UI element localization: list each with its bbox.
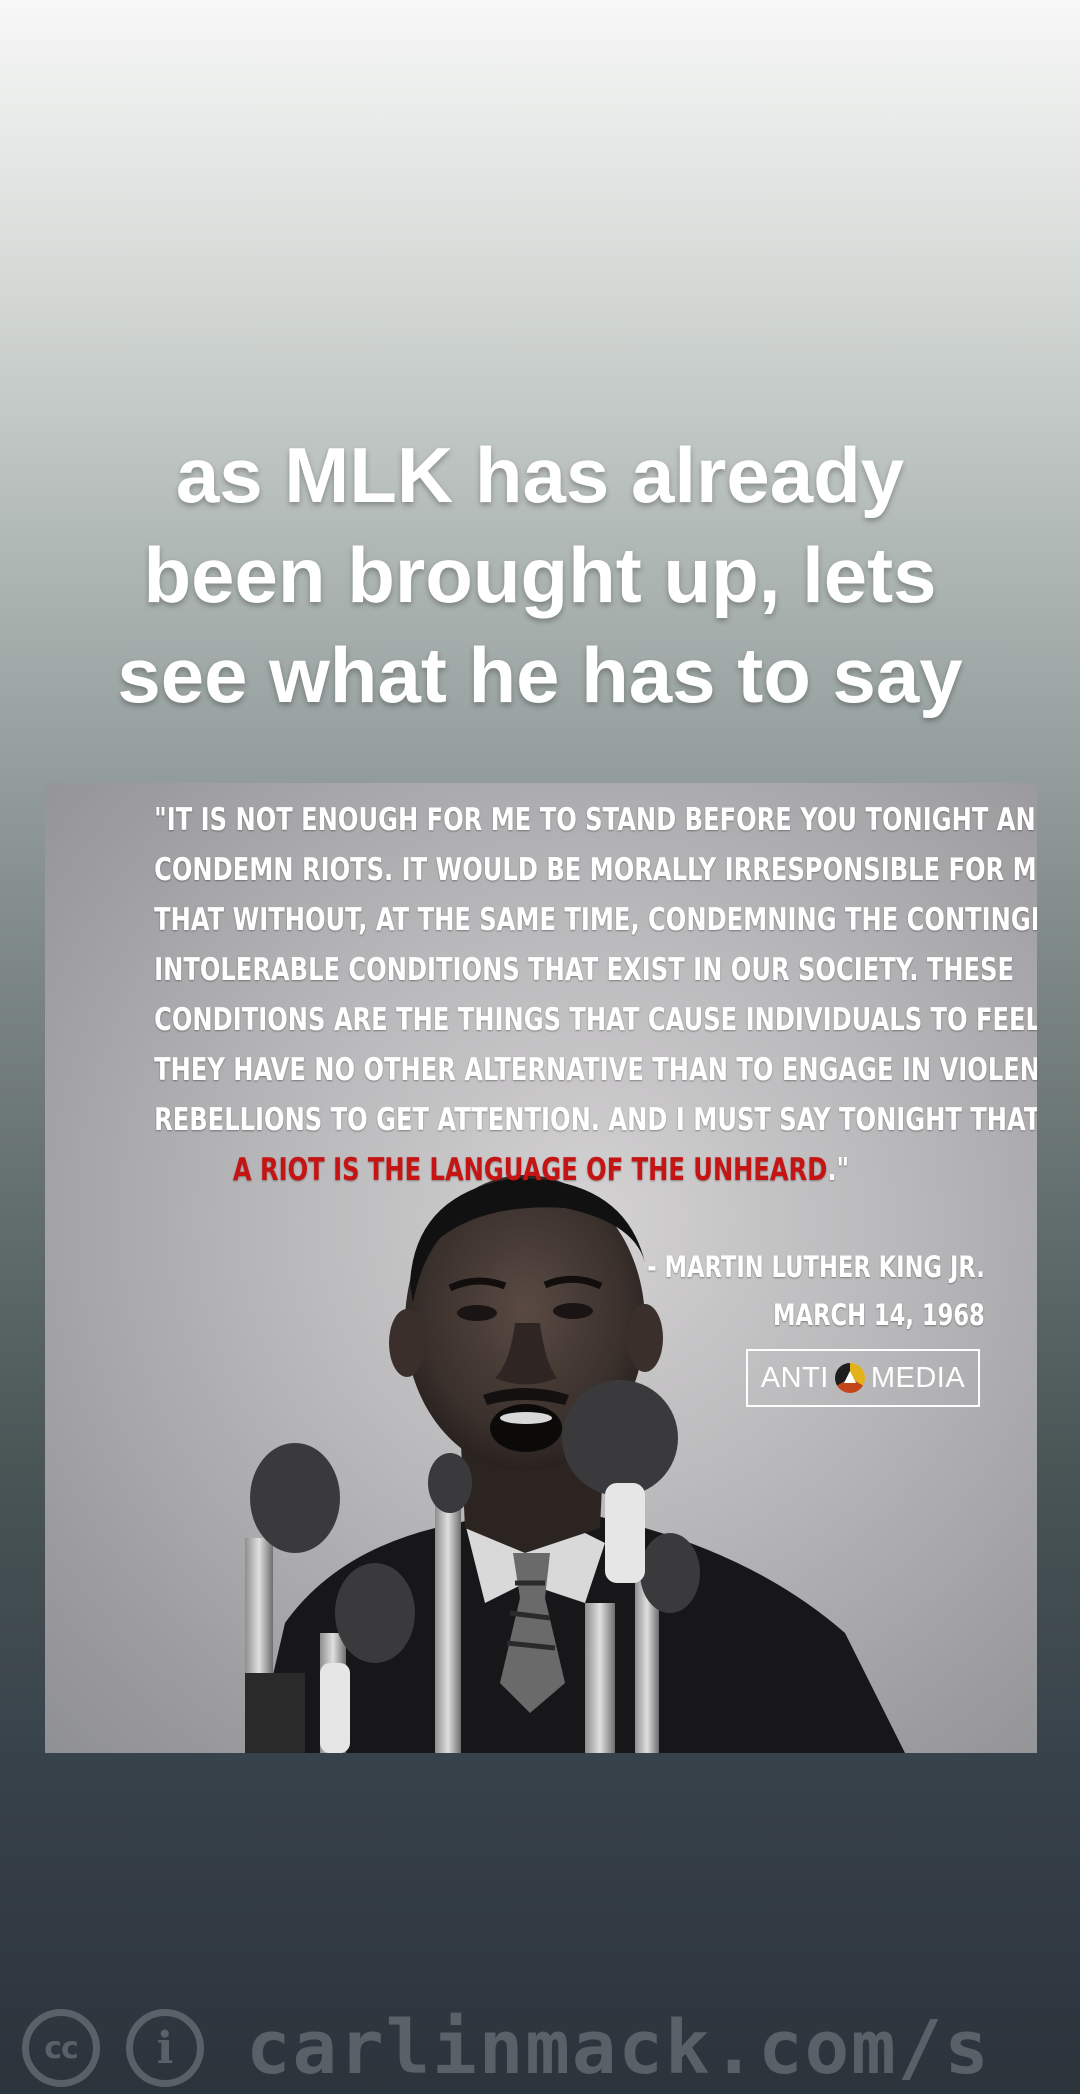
quote-author: - MARTIN LUTHER KING JR. — [647, 1250, 985, 1284]
quote-highlight: A RIOT IS THE LANGUAGE OF THE UNHEARD — [232, 1152, 828, 1188]
logo-text-left: ANTI — [760, 1361, 829, 1394]
quote-line-final: A RIOT IS THE LANGUAGE OF THE UNHEARD." — [154, 1145, 928, 1195]
quote-line: "IT IS NOT ENOUGH FOR ME TO STAND BEFORE… — [154, 802, 1037, 838]
quote-attribution: - MARTIN LUTHER KING JR. MARCH 14, 1968 — [647, 1243, 985, 1339]
creative-commons-icon: cc — [22, 2009, 100, 2087]
story-caption: as MLK has already been brought up, lets… — [60, 425, 1020, 725]
quote-line: INTOLERABLE CONDITIONS THAT EXIST IN OUR… — [154, 952, 1015, 988]
mlk-quote-image: "IT IS NOT ENOUGH FOR ME TO STAND BEFORE… — [45, 783, 1037, 1753]
quote-line: REBELLIONS TO GET ATTENTION. AND I MUST … — [154, 1102, 1037, 1138]
logo-text-right: MEDIA — [870, 1361, 966, 1394]
quote-line: THAT WITHOUT, AT THE SAME TIME, CONDEMNI… — [154, 902, 1037, 938]
watermark: cc i carlinmack.com/s — [22, 2002, 991, 2094]
quote-date: MARCH 14, 1968 — [773, 1298, 985, 1332]
quote-text: "IT IS NOT ENOUGH FOR ME TO STAND BEFORE… — [154, 795, 1037, 1195]
caption-line: see what he has to say — [117, 631, 963, 719]
caption-line: been brought up, lets — [143, 531, 937, 619]
quote-line: CONDITIONS ARE THE THINGS THAT CAUSE IND… — [154, 1002, 1037, 1038]
caption-line: as MLK has already — [175, 431, 905, 519]
quote-end: ." — [827, 1152, 850, 1188]
quote-line: THEY HAVE NO OTHER ALTERNATIVE THAN TO E… — [154, 1052, 1037, 1088]
anti-media-emblem-icon — [834, 1363, 865, 1393]
anti-media-logo: ANTI MEDIA — [746, 1349, 980, 1407]
watermark-text: carlinmack.com/s — [246, 2005, 991, 2091]
quote-line: CONDEMN RIOTS. IT WOULD BE MORALLY IRRES… — [154, 852, 1037, 888]
attribution-icon: i — [126, 2009, 204, 2087]
